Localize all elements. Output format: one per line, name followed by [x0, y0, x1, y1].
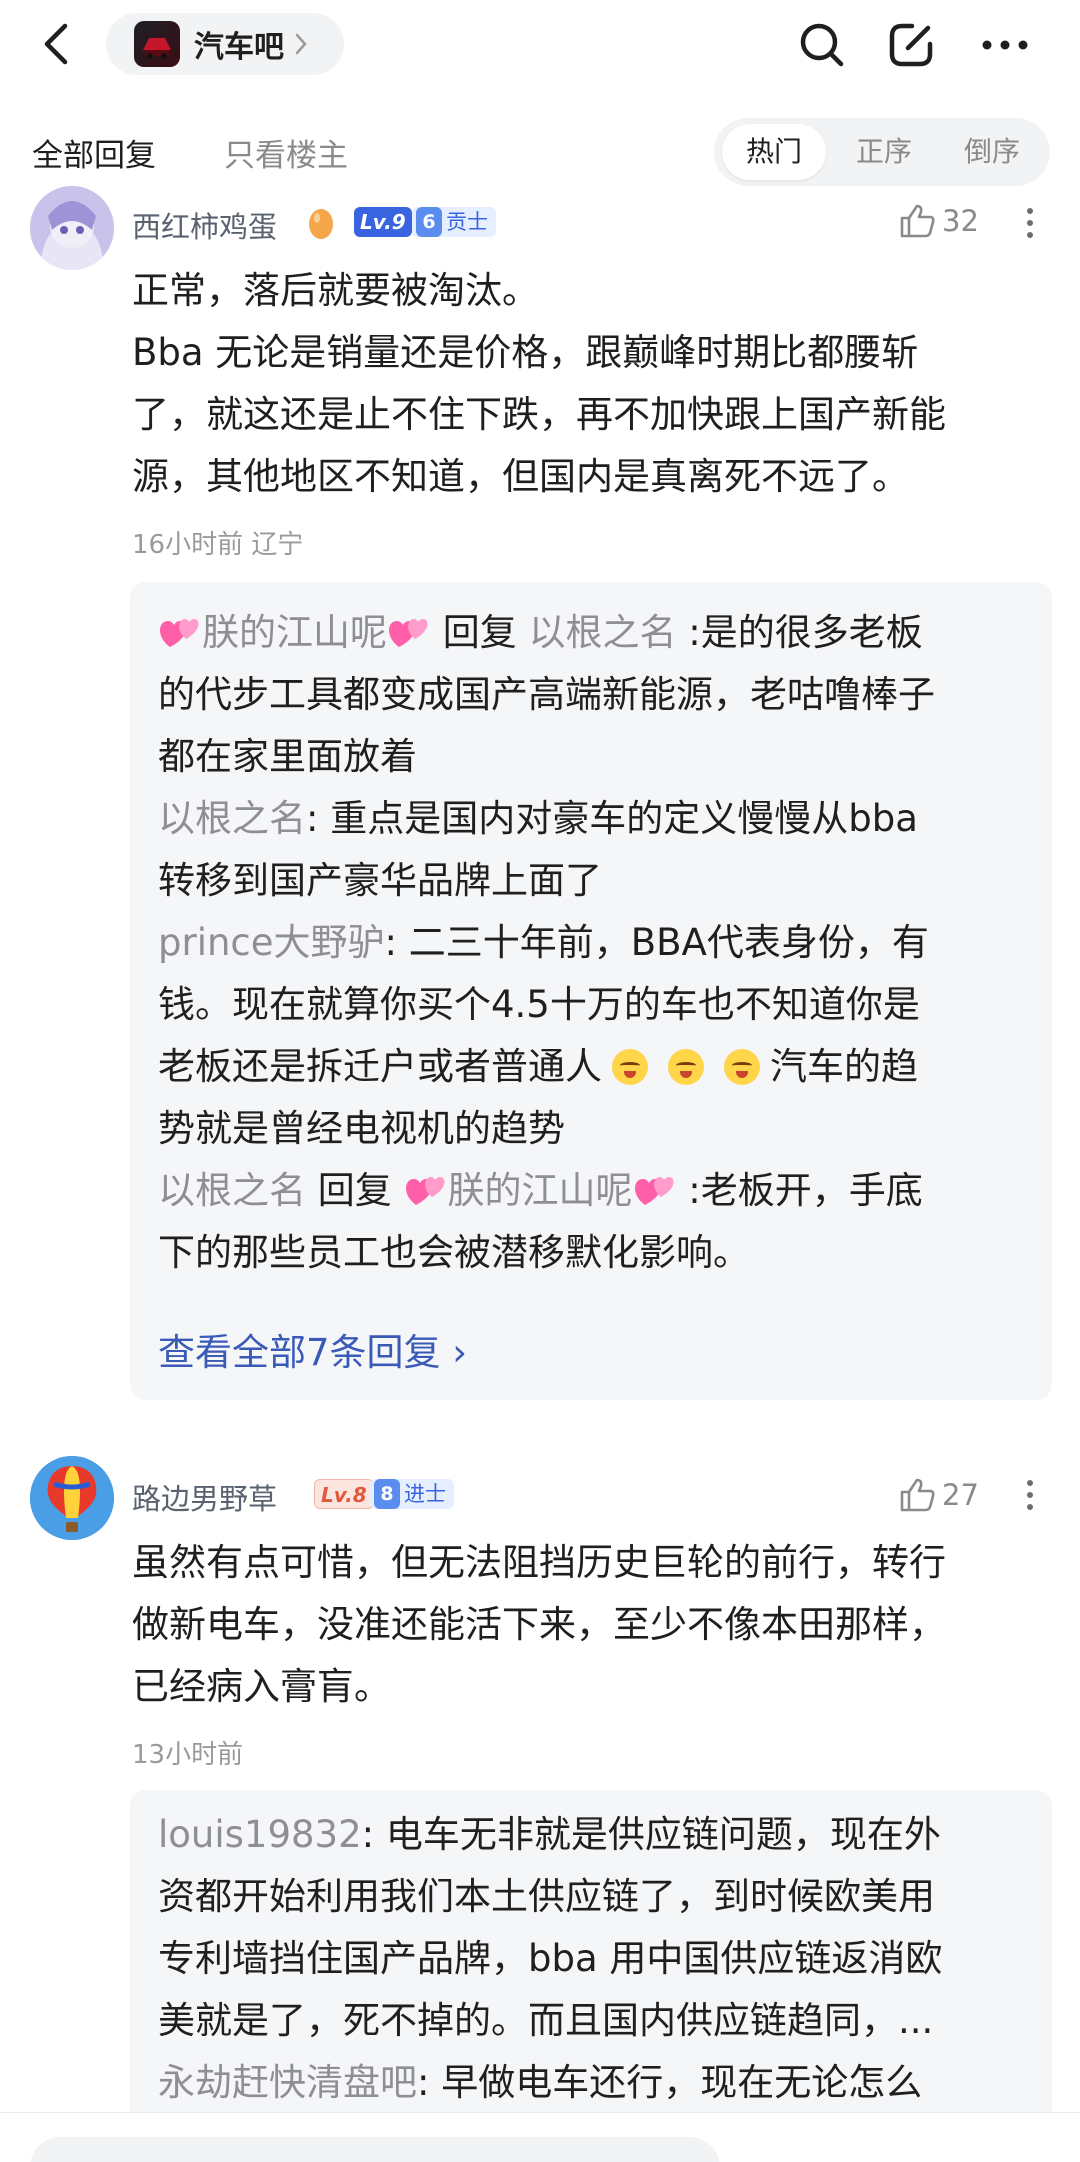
reply-username[interactable]: 以根之名	[158, 797, 306, 840]
reply-item[interactable]: 朕的江山呢 回复 以根之名 :是的很多老板 的代步工具都变成国产高端新能源，老咕…	[158, 602, 1028, 788]
reply-username[interactable]: prince大野驴	[158, 921, 385, 964]
reply-username[interactable]: 以根之名	[158, 1169, 306, 1212]
forum-entry[interactable]: 汽车吧	[106, 13, 344, 75]
laugh-emoji-icon	[612, 1049, 648, 1085]
view-all-replies-link[interactable]: 查看全部7条回复 ›	[158, 1322, 467, 1376]
reply-username[interactable]: 永劫赶快清盘吧	[158, 2061, 417, 2104]
more-button[interactable]	[976, 16, 1034, 74]
chevron-right-icon	[295, 33, 307, 55]
thumb-up-icon	[900, 1478, 935, 1512]
reply-item[interactable]: 以根之名: 重点是国内对豪车的定义慢慢从bba 转移到国产豪华品牌上面了	[158, 788, 1028, 912]
more-icon	[982, 40, 1028, 50]
rank-badge: 8 进士	[370, 1479, 454, 1509]
username[interactable]: 路边男野草	[132, 1476, 277, 1518]
sort-descending[interactable]: 倒序	[940, 124, 1044, 180]
avatar[interactable]	[30, 1456, 114, 1540]
forum-name: 汽车吧	[194, 30, 284, 65]
comment-body: 正常，落后就要被淘汰。 Bba 无论是销量还是价格，跟巅峰时期比都腰斩 了，就这…	[132, 269, 946, 498]
reply-username[interactable]: louis19832	[158, 1813, 362, 1856]
back-arrow-icon	[44, 23, 68, 65]
back-button[interactable]	[28, 16, 84, 72]
level-badge: Lv.8	[314, 1479, 374, 1509]
level-badge: Lv.9	[354, 207, 412, 237]
search-button[interactable]	[793, 16, 851, 74]
reply-input[interactable]	[30, 2137, 720, 2162]
edit-button[interactable]	[882, 16, 940, 74]
heart-emoji-icon	[634, 1177, 674, 1205]
comment-more-icon[interactable]	[1020, 1480, 1040, 1520]
rank-title: 进士	[404, 1482, 446, 1506]
top-bar: 汽车吧	[0, 0, 1080, 92]
sort-hot[interactable]: 热门	[722, 124, 826, 180]
reply-item[interactable]: louis19832: 电车无非就是供应链问题，现在外 资都开始利用我们本土供应…	[158, 1804, 1028, 2052]
filter-tabs: 全部回复 只看楼主 热门 正序 倒序	[0, 118, 1080, 186]
comment-body: 虽然有点可惜，但无法阻挡历史巨轮的前行，转行 做新电车，没准还能活下来，至少不像…	[132, 1541, 946, 1708]
heart-emoji-icon	[389, 619, 428, 647]
search-icon	[800, 23, 844, 67]
comment-meta: 16小时前 辽宁	[132, 530, 304, 560]
reply-target[interactable]: 以根之名	[529, 611, 677, 654]
tab-all-replies[interactable]: 全部回复	[32, 130, 156, 175]
egg-icon	[309, 209, 333, 239]
heart-emoji-icon	[405, 1177, 445, 1205]
sort-switch: 热门 正序 倒序	[714, 118, 1050, 186]
sort-ascending[interactable]: 正序	[832, 124, 936, 180]
rank-title: 贡士	[446, 210, 488, 234]
like-count: 27	[942, 1478, 979, 1512]
reply-target[interactable]: 朕的江山呢	[448, 1169, 633, 1212]
reply-list: louis19832: 电车无非就是供应链问题，现在外 资都开始利用我们本土供应…	[130, 1790, 1052, 2120]
thumb-up-icon	[900, 204, 935, 238]
avatar[interactable]	[30, 186, 114, 270]
reply-list: 朕的江山呢 回复 以根之名 :是的很多老板 的代步工具都变成国产高端新能源，老咕…	[130, 582, 1052, 1400]
comment-more-icon[interactable]	[1020, 208, 1040, 248]
laugh-emoji-icon	[724, 1049, 760, 1085]
comment-meta: 13小时前	[132, 1740, 244, 1770]
forum-logo	[134, 21, 180, 67]
like-button[interactable]: 27	[898, 1476, 979, 1514]
like-button[interactable]: 32	[898, 202, 979, 240]
laugh-emoji-icon	[668, 1049, 704, 1085]
username[interactable]: 西红柿鸡蛋	[132, 204, 277, 246]
reply-item[interactable]: 永劫赶快清盘吧: 早做电车还行，现在无论怎么	[158, 2052, 1028, 2114]
reply-item[interactable]: prince大野驴: 二三十年前，BBA代表身份，有 钱。现在就算你买个4.5十…	[158, 912, 1028, 1160]
reply-username[interactable]: 朕的江山呢	[202, 611, 387, 654]
reply-item[interactable]: 以根之名 回复 朕的江山呢 :老板开，手底 下的那些员工也会被潜移默化影响。	[158, 1160, 1028, 1284]
edit-icon	[889, 23, 933, 67]
like-count: 32	[942, 204, 979, 238]
tab-op-only[interactable]: 只看楼主	[224, 130, 348, 175]
bottom-reply-bar	[0, 2112, 1080, 2162]
heart-emoji-icon	[160, 619, 199, 647]
rank-badge: 6 贡士	[412, 207, 496, 237]
